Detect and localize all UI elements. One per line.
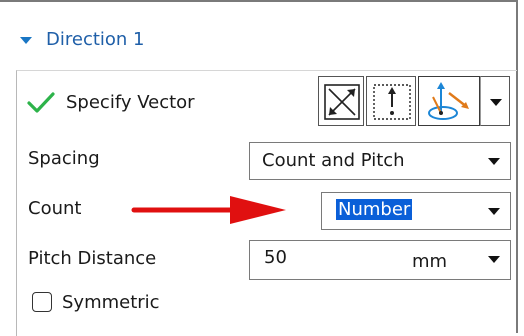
chevron-down-icon [488,256,500,263]
direction-group-header[interactable]: Direction 1 [20,22,145,56]
spacing-value: Count and Pitch [262,150,405,171]
green-check-icon [27,92,55,113]
vector-dialog-button[interactable] [318,76,364,126]
group-title: Direction 1 [46,28,145,50]
collapse-caret-icon[interactable] [20,36,32,44]
pitch-distance-value[interactable]: 50 [264,247,287,268]
chevron-down-icon [488,208,500,215]
chevron-down-icon [488,158,500,165]
inferred-vector-button[interactable] [366,76,416,126]
count-label: Count [28,198,82,219]
annotation-arrow-icon [131,196,286,224]
pitch-distance-field[interactable]: 50 mm [249,240,511,280]
symmetric-checkbox[interactable] [32,292,52,312]
spacing-select[interactable]: Count and Pitch [249,142,511,180]
count-value: Number [336,199,413,220]
inferred-vector-icon [373,84,411,120]
pitch-distance-unit: mm [412,251,448,272]
vector-options-dropdown[interactable] [480,76,510,126]
pattern-panel: Direction 1 Specify Vector Spacing Count… [0,0,518,336]
vector-constructor-icon [428,82,469,120]
pitch-distance-label: Pitch Distance [28,248,157,269]
spacing-label: Spacing [28,148,100,169]
specify-vector-label: Specify Vector [66,92,195,113]
symmetric-label: Symmetric [62,292,160,313]
count-select[interactable]: Number [321,192,511,230]
chevron-down-icon [490,99,502,106]
vector-dialog-icon [324,84,360,120]
vector-constructor-button[interactable] [418,76,480,126]
